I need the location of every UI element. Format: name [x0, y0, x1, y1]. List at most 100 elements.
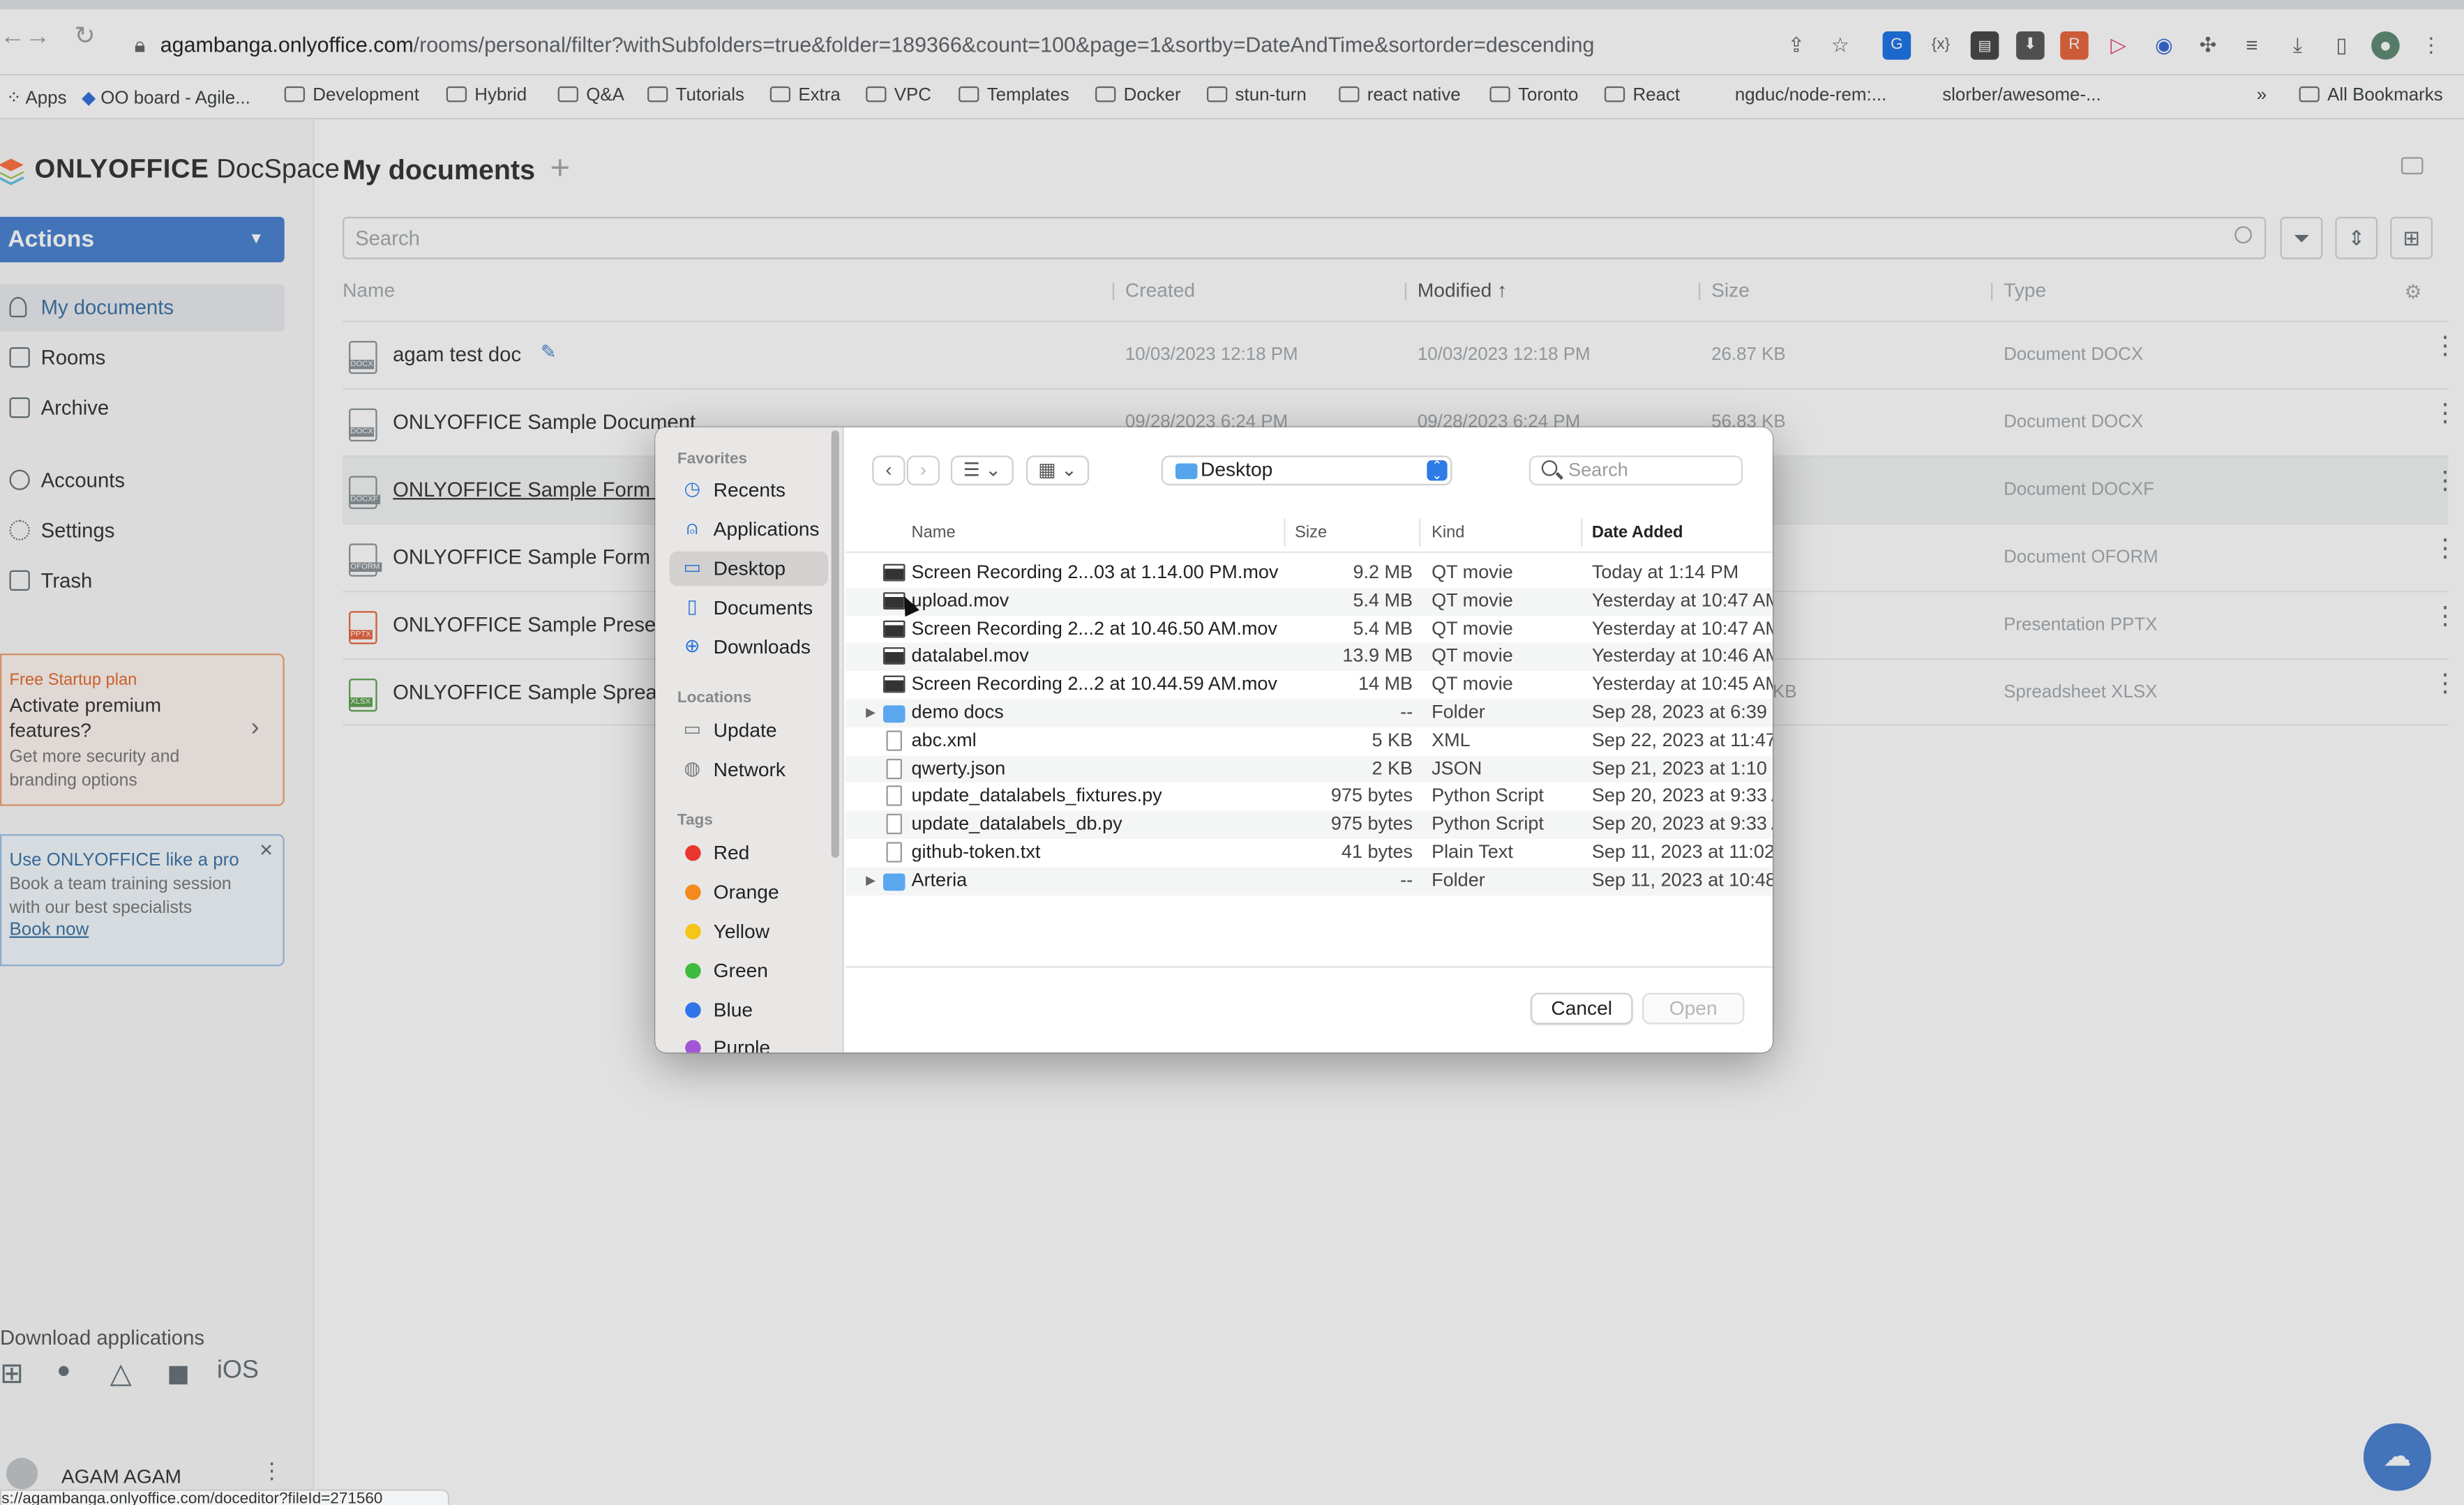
file-kind: Folder [1432, 868, 1485, 891]
file-name: upload.mov [911, 589, 1009, 611]
chevron-right-icon: › [919, 458, 926, 481]
document-icon: ▯ [686, 595, 698, 618]
file-name: qwerty.json [911, 756, 1006, 779]
group-view-button[interactable]: ▦ ⌄ [1026, 455, 1090, 486]
column-name[interactable]: Name [912, 523, 956, 542]
movie-file-icon [882, 676, 906, 693]
file-size: 975 bytes [1330, 812, 1413, 835]
file-kind: Python Script [1432, 784, 1544, 807]
file-size: 5.4 MB [1353, 617, 1413, 639]
sidebar-item-update[interactable]: ▭ Update [670, 713, 829, 748]
document-icon [886, 758, 902, 779]
file-row[interactable]: upload.mov 5.4 MB QT movie Yesterday at 10:… [845, 587, 1773, 616]
file-date-added: Sep 11, 2023 at 10:48 AM [1591, 868, 1773, 891]
disclosure-triangle-icon[interactable]: ▶ [866, 699, 876, 727]
file-date-added: Sep 28, 2023 at 6:39 PM [1591, 700, 1773, 723]
open-button[interactable]: Open [1642, 992, 1745, 1024]
cancel-button[interactable]: Cancel [1531, 992, 1633, 1024]
file-date-added: Yesterday at 10:47 AM [1591, 589, 1773, 611]
column-size[interactable]: Size [1295, 523, 1327, 542]
location-popup[interactable]: Desktop ⌃ ⌄ [1161, 455, 1452, 486]
tag-purple[interactable]: Purple [670, 1031, 829, 1053]
sidebar-item-desktop[interactable]: ▭ Desktop [669, 551, 829, 587]
folder-icon [882, 872, 906, 891]
orange-tag-icon [685, 884, 701, 900]
movie-file-icon [882, 619, 906, 637]
file-size: 975 bytes [1330, 784, 1413, 807]
document-icon [886, 730, 902, 751]
locations-heading: Locations [677, 689, 752, 707]
tag-blue[interactable]: Blue [670, 993, 829, 1028]
sidebar-item-applications[interactable]: ⍝ Applications [670, 512, 829, 547]
tags-heading: Tags [677, 812, 713, 830]
file-row[interactable]: github-token.txt 41 bytes Plain Text Sep 11… [846, 839, 1773, 867]
file-size: 9.2 MB [1353, 561, 1413, 583]
file-kind: QT movie [1432, 617, 1513, 639]
tag-yellow[interactable]: Yellow [670, 914, 829, 949]
sidebar-item-downloads[interactable]: ⊕ Downloads [670, 630, 829, 665]
sidebar-item-network[interactable]: ◍ Network [670, 752, 829, 787]
file-name: update_datalabels_fixtures.py [911, 784, 1162, 807]
link-status-bar: s://agambanga.onlyoffice.com/doceditor?f… [0, 1489, 450, 1505]
file-row[interactable]: Screen Recording 2...03 at 1.14.00 PM.mo… [846, 559, 1773, 587]
file-date-added: Sep 20, 2023 at 9:33 AM [1591, 812, 1773, 835]
tag-orange[interactable]: Orange [670, 875, 829, 910]
file-kind: Plain Text [1432, 840, 1513, 863]
file-date-added: Today at 1:14 PM [1591, 561, 1739, 583]
document-icon [886, 786, 902, 807]
sidebar-scrollbar[interactable] [831, 430, 839, 858]
file-row[interactable]: update_datalabels_fixtures.py 975 bytes Py… [846, 783, 1773, 811]
grid-icon: ▦ ⌄ [1038, 458, 1077, 481]
column-kind[interactable]: Kind [1432, 523, 1464, 542]
file-row[interactable]: abc.xml 5 KB XML Sep 22, 2023 at 11:47 AM [846, 727, 1773, 755]
movie-file-icon [882, 647, 906, 665]
list-icon: ☰ ⌄ [963, 458, 1002, 481]
file-kind: QT movie [1432, 589, 1513, 611]
column-divider [1284, 518, 1286, 547]
file-kind: QT movie [1432, 644, 1513, 667]
column-date-added[interactable]: Date Added [1592, 523, 1683, 542]
file-row[interactable]: qwerty.json 2 KB JSON Sep 21, 2023 at 1:10 … [845, 755, 1773, 783]
file-name: github-token.txt [911, 840, 1041, 863]
forward-button[interactable]: › [906, 455, 940, 486]
folder-icon [882, 705, 906, 723]
search-input[interactable]: Search [1528, 455, 1743, 486]
file-row[interactable]: ▶ Arteria -- Folder Sep 11, 2023 at 10:48 AM [845, 866, 1773, 895]
file-row[interactable]: datalabel.mov 13.9 MB QT movie Yesterday at… [845, 643, 1773, 672]
file-kind: QT movie [1432, 561, 1513, 583]
folder-icon [1175, 463, 1198, 480]
file-size: 5 KB [1372, 728, 1413, 751]
list-view-button[interactable]: ☰ ⌄ [950, 455, 1014, 486]
file-name: Screen Recording 2...2 at 10.44.59 AM.mo… [911, 672, 1277, 695]
purple-tag-icon [685, 1040, 701, 1053]
file-row[interactable]: update_datalabels_db.py 975 bytes Python S… [845, 810, 1773, 839]
tag-green[interactable]: Green [670, 953, 829, 988]
file-kind: Python Script [1432, 812, 1544, 835]
file-row[interactable]: Screen Recording 2...2 at 10.46.50 AM.mo… [846, 615, 1773, 643]
download-icon: ⊕ [684, 635, 700, 657]
file-date-added: Sep 20, 2023 at 9:33 AM [1591, 784, 1773, 807]
back-button[interactable]: ‹ [872, 455, 906, 486]
file-name: Screen Recording 2...03 at 1.14.00 PM.mo… [911, 561, 1279, 583]
applications-icon: ⍝ [686, 517, 698, 539]
file-size: 14 MB [1358, 672, 1413, 695]
disk-icon: ▭ [683, 718, 702, 740]
file-date-added: Yesterday at 10:46 AM [1591, 644, 1773, 667]
file-kind: JSON [1432, 756, 1482, 779]
file-row[interactable]: Screen Recording 2...2 at 10.44.59 AM.mo… [846, 671, 1773, 699]
header-divider [845, 551, 1773, 553]
chevron-left-icon: ‹ [885, 458, 892, 481]
file-kind: QT movie [1432, 672, 1513, 695]
file-size: 5.4 MB [1353, 589, 1413, 611]
file-size: 2 KB [1372, 756, 1413, 779]
sidebar-item-recents[interactable]: ◷ Recents [670, 473, 829, 508]
tag-red[interactable]: Red [670, 835, 829, 870]
footer-divider [845, 966, 1773, 968]
red-tag-icon [685, 845, 701, 861]
disclosure-triangle-icon[interactable]: ▶ [866, 867, 876, 895]
sidebar-item-documents[interactable]: ▯ Documents [670, 591, 829, 626]
file-row[interactable]: ▶ demo docs -- Folder Sep 28, 2023 at 6:39 P… [845, 699, 1773, 727]
blue-tag-icon [685, 1002, 701, 1018]
search-icon [1541, 460, 1558, 476]
file-size: 13.9 MB [1342, 644, 1413, 667]
